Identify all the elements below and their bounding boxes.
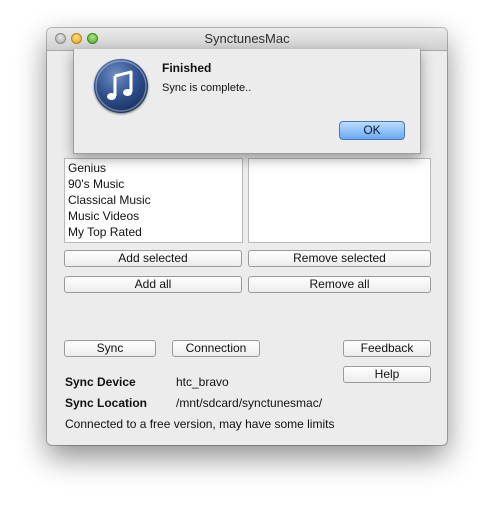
list-item[interactable]: Music Videos (65, 208, 242, 224)
finished-dialog: Finished Sync is complete.. OK (73, 49, 421, 154)
sync-location-value: /mnt/sdcard/synctunesmac/ (176, 396, 323, 410)
selected-list[interactable] (248, 158, 431, 243)
add-all-button[interactable]: Add all (64, 276, 242, 293)
connection-button[interactable]: Connection (172, 340, 260, 357)
window-title: SynctunesMac (204, 31, 290, 46)
remove-all-button[interactable]: Remove all (248, 276, 431, 293)
status-text: Connected to a free version, may have so… (65, 417, 335, 431)
playlist-list[interactable]: Genius 90's Music Classical Music Music … (64, 158, 243, 243)
ok-button[interactable]: OK (339, 121, 405, 140)
sync-device-label: Sync Device (65, 375, 136, 389)
feedback-button[interactable]: Feedback (343, 340, 431, 357)
add-selected-button[interactable]: Add selected (64, 250, 242, 267)
list-item[interactable]: Classical Music (65, 192, 242, 208)
remove-selected-button[interactable]: Remove selected (248, 250, 431, 267)
title-bar[interactable]: SynctunesMac (47, 28, 447, 51)
list-item[interactable]: My Top Rated (65, 224, 242, 240)
list-item[interactable]: 90's Music (65, 176, 242, 192)
dialog-message: Sync is complete.. (162, 82, 252, 94)
music-note-icon (94, 59, 148, 113)
list-item[interactable]: Genius (65, 160, 242, 176)
sync-button[interactable]: Sync (64, 340, 156, 357)
help-button[interactable]: Help (343, 366, 431, 383)
sync-device-value: htc_bravo (176, 375, 229, 389)
sync-location-label: Sync Location (65, 396, 148, 410)
dialog-title: Finished (162, 61, 212, 75)
